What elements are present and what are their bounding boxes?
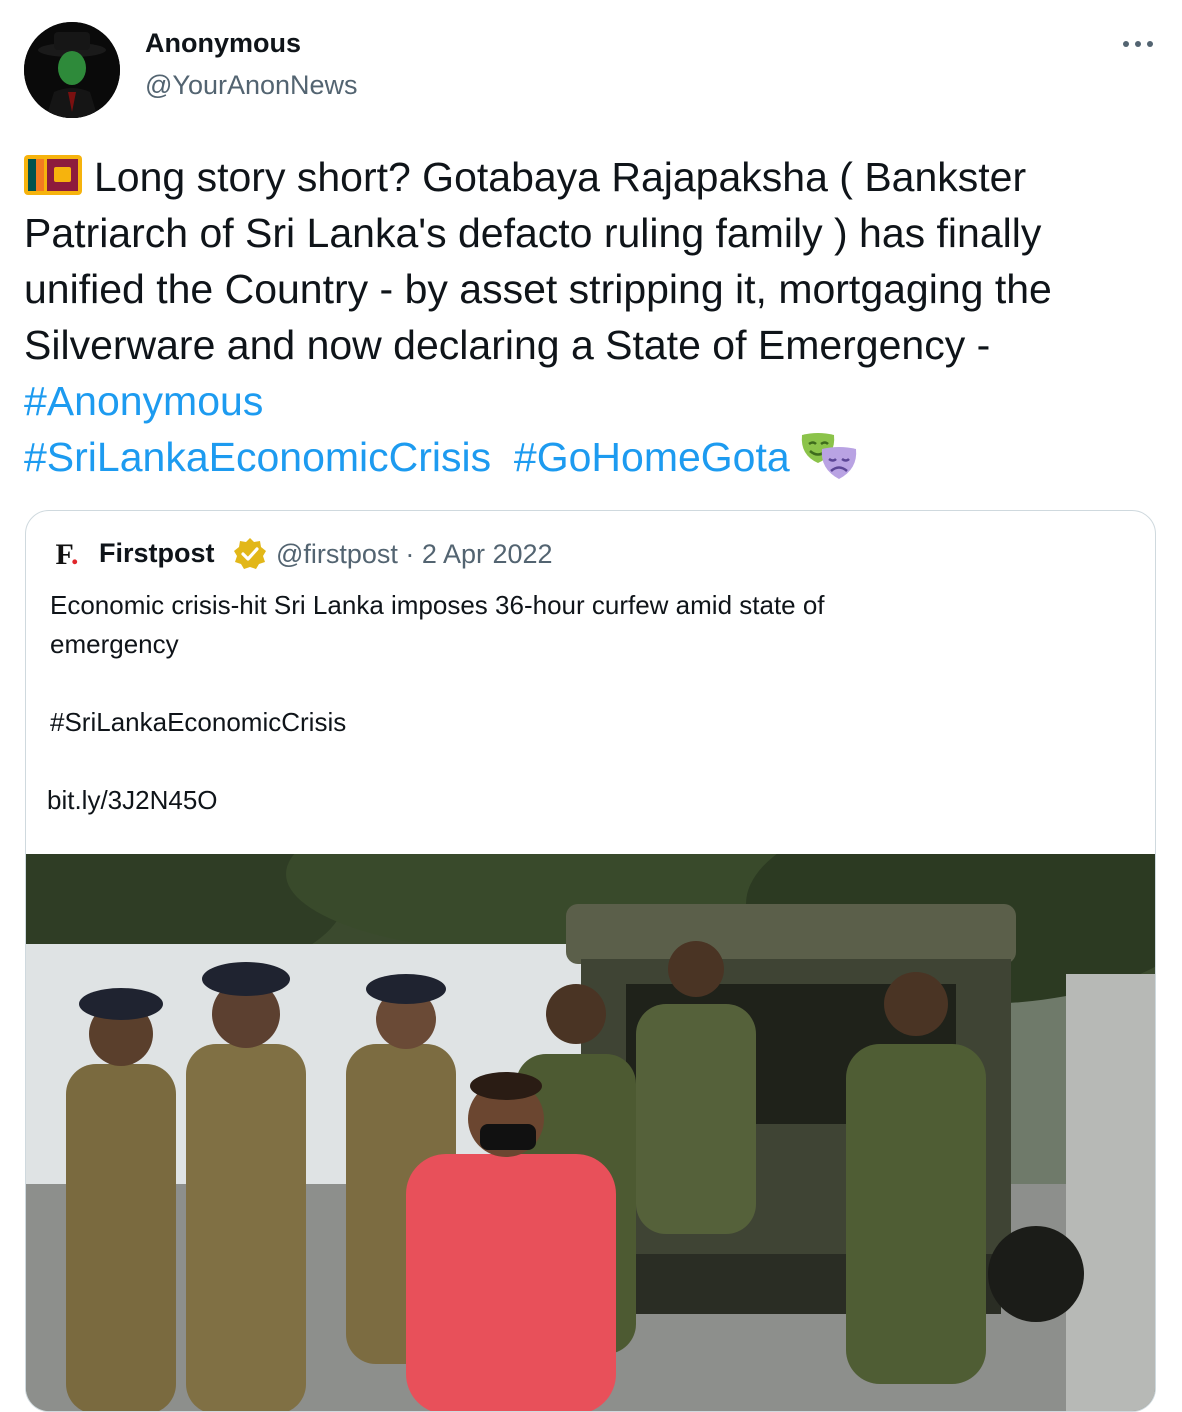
quoted-author-name[interactable]: Firstpost (99, 538, 215, 569)
sri-lanka-flag-icon (24, 153, 82, 195)
quoted-tweet-text: Economic crisis-hit Sri Lanka imposes 36… (47, 586, 1130, 820)
more-options-icon[interactable] (1118, 34, 1158, 54)
tweet-text: Long story short? Gotabaya Rajapaksha ( … (24, 149, 1164, 485)
quoted-hashtag[interactable]: #SriLankaEconomicCrisis (50, 703, 1130, 742)
author-avatar[interactable] (24, 22, 120, 118)
tweet-body-text: Long story short? Gotabaya Rajapaksha ( … (24, 154, 1052, 368)
avatar-image (24, 22, 120, 118)
hashtag-srilanka-economic-crisis[interactable]: #SriLankaEconomicCrisis (24, 434, 491, 480)
firstpost-logo-icon: F. (55, 538, 79, 571)
quoted-text-line2: emergency (50, 629, 179, 659)
quoted-text-line1: Economic crisis-hit Sri Lanka imposes 36… (50, 590, 825, 620)
hashtag-anonymous[interactable]: #Anonymous (24, 378, 263, 424)
quoted-tweet-card[interactable]: F. Firstpost @firstpost · 2 Apr 2022 Eco… (25, 510, 1156, 1412)
quoted-link[interactable]: bit.ly/3J2N45O (47, 781, 1130, 820)
hashtag-gohomegota[interactable]: #GoHomeGota (514, 434, 790, 480)
author-name[interactable]: Anonymous (145, 28, 301, 59)
verified-badge-icon (232, 536, 268, 572)
performing-arts-masks-icon (798, 431, 860, 483)
author-handle[interactable]: @YourAnonNews (145, 70, 358, 101)
quoted-handle-date[interactable]: @firstpost · 2 Apr 2022 (276, 539, 553, 570)
quoted-news-photo[interactable] (26, 794, 1155, 1411)
